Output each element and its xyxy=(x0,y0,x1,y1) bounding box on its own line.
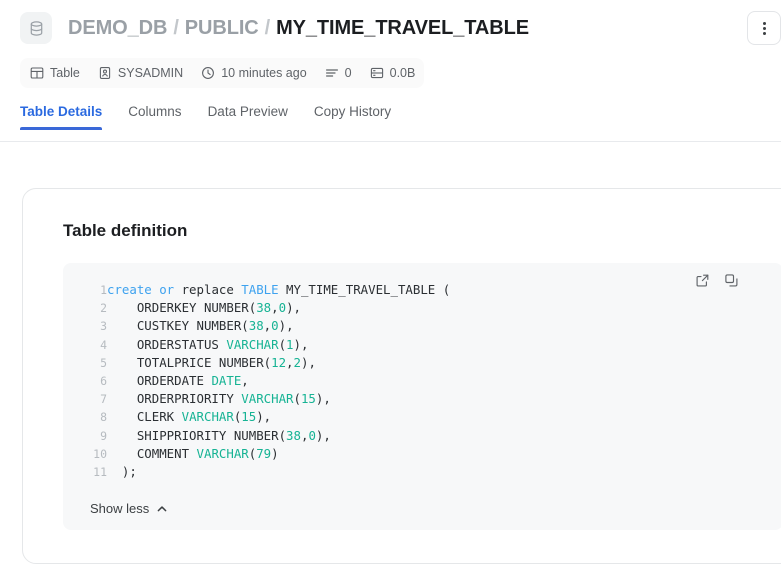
code-lines: 1 create or replace TABLE MY_TIME_TRAVEL… xyxy=(63,281,450,481)
code-line: 8 CLERK VARCHAR(15), xyxy=(63,408,450,426)
line-content[interactable]: ORDERDATE DATE, xyxy=(107,372,450,390)
line-number: 7 xyxy=(100,392,107,407)
clock-icon xyxy=(201,66,215,80)
code-line: 4 ORDERSTATUS VARCHAR(1), xyxy=(63,336,450,354)
meta-last-modified-label: 10 minutes ago xyxy=(221,66,307,80)
tab-bar: Table Details Columns Data Preview Copy … xyxy=(0,104,781,142)
meta-last-modified: 10 minutes ago xyxy=(201,66,307,80)
database-icon xyxy=(20,12,52,44)
copy-icon[interactable] xyxy=(724,273,739,288)
code-line: 6 ORDERDATE DATE, xyxy=(63,372,450,390)
user-badge-icon xyxy=(98,66,112,80)
table-definition-card: Table definition 1 create or replace TAB… xyxy=(22,188,781,564)
breadcrumb-table: MY_TIME_TRAVEL_TABLE xyxy=(276,16,529,39)
code-line: 5 TOTALPRICE NUMBER(12,2), xyxy=(63,354,450,372)
meta-row-count-label: 0 xyxy=(344,66,352,80)
tab-columns[interactable]: Columns xyxy=(128,104,181,130)
meta-row-count: 0 xyxy=(325,66,352,80)
tab-data-preview[interactable]: Data Preview xyxy=(208,104,288,130)
meta-owner-label: SYSADMIN xyxy=(117,66,184,80)
line-content[interactable]: SHIPPRIORITY NUMBER(38,0), xyxy=(107,427,450,445)
meta-object-type: Table xyxy=(30,66,80,80)
sql-code-block: 1 create or replace TABLE MY_TIME_TRAVEL… xyxy=(63,263,781,530)
line-number: 9 xyxy=(100,428,107,443)
code-line: 2 ORDERKEY NUMBER(38,0), xyxy=(63,299,450,317)
line-content[interactable]: ); xyxy=(107,463,450,481)
breadcrumb-separator-2: / xyxy=(264,16,271,39)
line-number: 6 xyxy=(100,374,107,389)
line-content[interactable]: create or replace TABLE MY_TIME_TRAVEL_T… xyxy=(107,281,450,299)
page-header: DEMO_DB / PUBLIC / MY_TIME_TRAVEL_TABLE xyxy=(0,0,781,46)
rows-icon xyxy=(325,66,339,80)
line-content[interactable]: CLERK VARCHAR(15), xyxy=(107,408,450,426)
code-line: 10 COMMENT VARCHAR(79) xyxy=(63,445,450,463)
code-line: 9 SHIPPRIORITY NUMBER(38,0), xyxy=(63,427,450,445)
chevron-up-icon xyxy=(156,503,168,515)
breadcrumb-schema[interactable]: PUBLIC xyxy=(185,17,259,40)
line-number: 3 xyxy=(100,319,107,334)
line-number: 4 xyxy=(100,337,107,352)
code-block-actions xyxy=(695,273,739,288)
line-content[interactable]: CUSTKEY NUMBER(38,0), xyxy=(107,317,450,335)
tab-table-details[interactable]: Table Details xyxy=(20,104,103,130)
line-content[interactable]: TOTALPRICE NUMBER(12,2), xyxy=(107,354,450,372)
code-line: 3 CUSTKEY NUMBER(38,0), xyxy=(63,317,450,335)
line-content[interactable]: ORDERSTATUS VARCHAR(1), xyxy=(107,336,450,354)
line-content[interactable]: ORDERPRIORITY VARCHAR(15), xyxy=(107,390,450,408)
code-line: 11 ); xyxy=(63,463,450,481)
code-line: 7 ORDERPRIORITY VARCHAR(15), xyxy=(63,390,450,408)
line-number: 8 xyxy=(100,410,107,425)
table-grid-icon xyxy=(30,66,44,80)
tab-bar-divider xyxy=(0,141,781,142)
table-metadata-bar: Table SYSADMIN 10 minutes ago 0 0.0B xyxy=(20,58,424,88)
line-content[interactable]: ORDERKEY NUMBER(38,0), xyxy=(107,299,450,317)
breadcrumb-database[interactable]: DEMO_DB xyxy=(68,17,167,40)
meta-size: 0.0B xyxy=(370,66,416,80)
tab-copy-history[interactable]: Copy History xyxy=(314,104,391,130)
line-number: 2 xyxy=(100,301,107,316)
line-number: 10 xyxy=(93,446,107,461)
line-content[interactable]: COMMENT VARCHAR(79) xyxy=(107,445,450,463)
meta-object-type-label: Table xyxy=(50,66,80,80)
code-line: 1 create or replace TABLE MY_TIME_TRAVEL… xyxy=(63,281,450,299)
line-number: 1 xyxy=(100,283,107,297)
more-options-icon xyxy=(762,21,766,35)
more-options-button[interactable] xyxy=(747,11,781,45)
show-less-label: Show less xyxy=(90,501,150,516)
card-title: Table definition xyxy=(63,221,188,240)
storage-icon xyxy=(370,66,384,80)
table-details-page: DEMO_DB / PUBLIC / MY_TIME_TRAVEL_TABLE … xyxy=(0,0,781,572)
show-less-toggle[interactable]: Show less xyxy=(90,501,168,516)
breadcrumb: DEMO_DB / PUBLIC / MY_TIME_TRAVEL_TABLE xyxy=(68,17,529,40)
meta-size-label: 0.0B xyxy=(389,66,416,80)
meta-owner: SYSADMIN xyxy=(98,66,183,80)
line-number: 5 xyxy=(100,355,107,370)
line-number: 11 xyxy=(93,465,107,480)
breadcrumb-separator-1: / xyxy=(173,16,179,39)
open-in-new-icon[interactable] xyxy=(695,273,710,288)
